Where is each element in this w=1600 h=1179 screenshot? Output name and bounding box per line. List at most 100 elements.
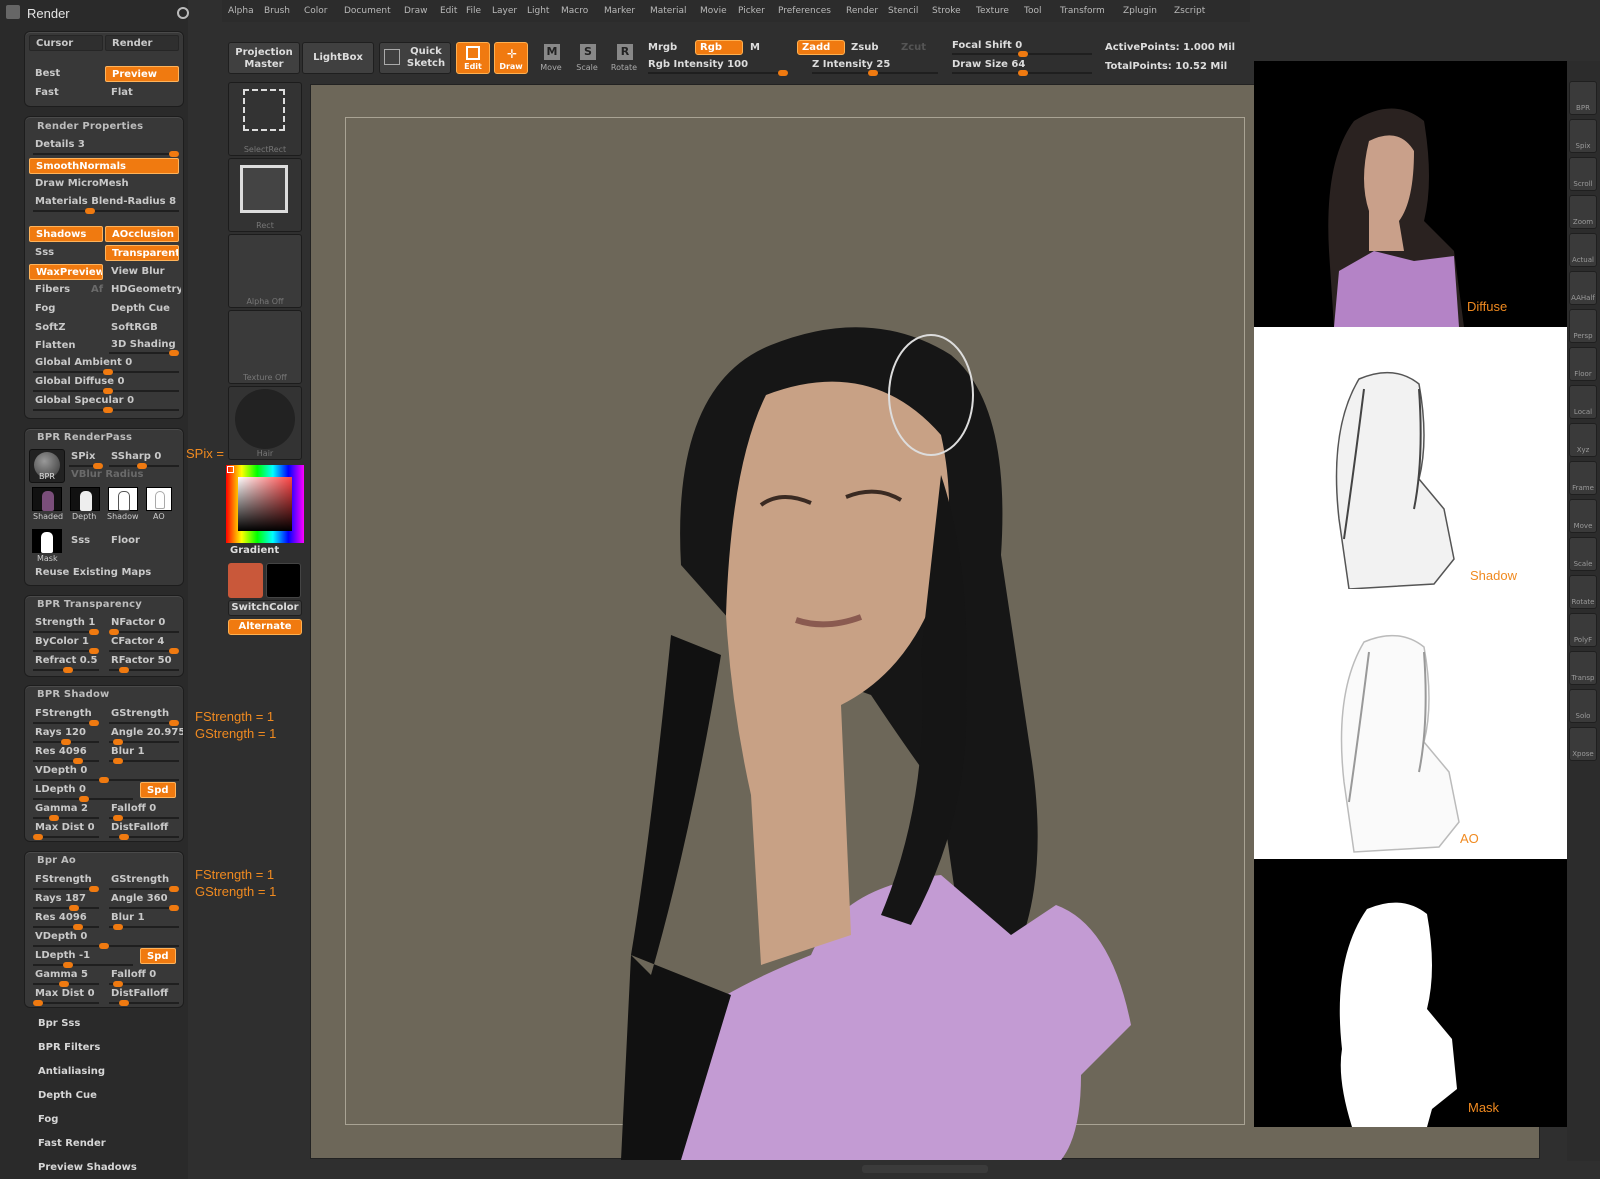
switchcolor-button[interactable]: SwitchColor [228, 600, 302, 616]
m-toggle[interactable]: M [750, 42, 760, 53]
secondary-color-swatch[interactable] [266, 563, 301, 598]
rgb-intensity-slider[interactable]: Rgb Intensity 100 [648, 59, 748, 70]
draw-button[interactable]: ✛ Draw [494, 42, 528, 74]
blend-knob[interactable] [85, 208, 95, 214]
ao-spd-toggle[interactable]: Spd [140, 948, 176, 964]
shelf-move-button[interactable]: Move [1569, 499, 1597, 533]
shelf-xyz-button[interactable]: Xyz [1569, 423, 1597, 457]
z-intensity-knob[interactable] [868, 70, 878, 76]
ao-vdepth-track[interactable] [33, 943, 179, 949]
shadow-falloff-track[interactable] [109, 815, 179, 821]
refresh-icon[interactable] [177, 7, 189, 19]
menu-file[interactable]: File [466, 6, 481, 16]
lightbox-button[interactable]: LightBox [302, 42, 374, 74]
rfactor-knob[interactable] [119, 667, 129, 673]
depth-pass-thumb[interactable] [70, 487, 100, 511]
shadows-toggle[interactable]: Shadows [29, 226, 103, 242]
selectrect-slot[interactable]: SelectRect [228, 82, 302, 156]
ao-pass-thumb[interactable] [146, 487, 172, 511]
menu-picker[interactable]: Picker [738, 6, 765, 16]
cursor-button[interactable]: Cursor [29, 35, 103, 51]
ao-distfalloff-knob[interactable] [119, 1000, 129, 1006]
menu-draw[interactable]: Draw [404, 6, 428, 16]
shadow-distfalloff-track[interactable] [109, 834, 179, 840]
shadow-maxdist-track[interactable] [33, 834, 99, 840]
rfactor-slider[interactable]: RFactor 50 [105, 653, 181, 669]
specular-knob[interactable] [103, 407, 113, 413]
menu-render[interactable]: Render [846, 6, 878, 16]
texture-slot[interactable]: Texture Off [228, 310, 302, 384]
rect-slot[interactable]: Rect [228, 158, 302, 232]
material-slot[interactable]: Hair [228, 386, 302, 460]
draw-size-track[interactable] [952, 70, 1092, 76]
ao-distfalloff-track[interactable] [109, 1000, 179, 1006]
fast-render-subpalette[interactable]: Fast Render [38, 1138, 106, 1149]
zsub-toggle[interactable]: Zsub [851, 42, 878, 53]
menu-edit[interactable]: Edit [440, 6, 457, 16]
bpr-sss-subpalette[interactable]: Bpr Sss [38, 1018, 80, 1029]
flatten-toggle[interactable]: Flatten [29, 338, 99, 354]
ao-rays-track[interactable] [33, 905, 99, 911]
best-button[interactable]: Best [29, 66, 99, 82]
shadow-res-track[interactable] [33, 758, 99, 764]
menu-transform[interactable]: Transform [1060, 6, 1105, 16]
fog-toggle[interactable]: Fog [29, 301, 99, 317]
quick-sketch-button[interactable]: Quick Sketch [379, 42, 451, 74]
render-properties-header[interactable]: Render Properties [37, 121, 143, 132]
draw-size-knob[interactable] [1018, 70, 1028, 76]
shelf-spix-button[interactable]: Spix [1569, 119, 1597, 153]
main-color-swatch[interactable] [228, 563, 263, 598]
draw-size-slider[interactable]: Draw Size 64 [952, 59, 1025, 70]
z-intensity-slider[interactable]: Z Intensity 25 [812, 59, 890, 70]
shelf-rotate-button[interactable]: Rotate [1569, 575, 1597, 609]
shadow-maxdist-knob[interactable] [33, 834, 43, 840]
preview-shadows-subpalette[interactable]: Preview Shadows [38, 1162, 137, 1173]
vblur-radius-slider[interactable]: VBlur Radius [65, 467, 181, 483]
gradient-label[interactable]: Gradient [230, 545, 279, 556]
shadow-distfalloff-knob[interactable] [119, 834, 129, 840]
flat-button[interactable]: Flat [105, 85, 175, 101]
details-knob[interactable] [169, 151, 179, 157]
menu-movie[interactable]: Movie [700, 6, 727, 16]
ao-maxdist-knob[interactable] [33, 1000, 43, 1006]
transparent-toggle[interactable]: Transparent [105, 245, 179, 261]
ao-vdepth-slider[interactable]: VDepth 0 [29, 929, 103, 945]
sss-pass[interactable]: Sss [65, 533, 103, 549]
bycolor-track[interactable] [33, 648, 99, 654]
shelf-floor-button[interactable]: Floor [1569, 347, 1597, 381]
bpr-render-button[interactable]: BPR [29, 449, 65, 483]
focal-shift-slider[interactable]: Focal Shift 0 [952, 40, 1022, 51]
menu-tool[interactable]: Tool [1024, 6, 1041, 16]
materials-blend-radius-slider[interactable]: Materials Blend-Radius 8 [29, 194, 181, 210]
menu-zscript[interactable]: Zscript [1174, 6, 1205, 16]
rgb-intensity-knob[interactable] [778, 70, 788, 76]
shading-track[interactable] [109, 350, 179, 356]
shadow-gamma-track[interactable] [33, 815, 99, 821]
projection-master-button[interactable]: Projection Master [228, 42, 300, 74]
scale-button[interactable]: S Scale [570, 42, 604, 74]
color-picker-square[interactable] [238, 477, 292, 531]
diffuse-track[interactable] [33, 388, 179, 394]
shadow-distfalloff-slider[interactable]: DistFalloff [105, 820, 181, 836]
af-toggle[interactable]: Af [85, 282, 105, 298]
menu-light[interactable]: Light [527, 6, 549, 16]
ao-gstrength-track[interactable] [109, 886, 179, 892]
shadow-pass-thumb[interactable] [108, 487, 138, 511]
ao-distfalloff-slider[interactable]: DistFalloff [105, 986, 181, 1002]
edit-button[interactable]: Edit [456, 42, 490, 74]
strength-track[interactable] [33, 629, 99, 635]
ao-falloff-track[interactable] [109, 981, 179, 987]
menu-stroke[interactable]: Stroke [932, 6, 961, 16]
fog-subpalette[interactable]: Fog [38, 1114, 58, 1125]
shadow-ldepth-track[interactable] [33, 796, 133, 802]
mrgb-toggle[interactable]: Mrgb [648, 42, 677, 53]
render-button[interactable]: Render [105, 35, 179, 51]
depth-cue-subpalette[interactable]: Depth Cue [38, 1090, 97, 1101]
shadow-res-slider[interactable]: Res 4096 [29, 744, 103, 760]
character-model[interactable] [611, 235, 1271, 1160]
bpr-filters-subpalette[interactable]: BPR Filters [38, 1042, 100, 1053]
mask-pass-thumb[interactable] [32, 529, 62, 553]
softz-toggle[interactable]: SoftZ [29, 320, 99, 336]
shadow-angle-track[interactable] [109, 739, 179, 745]
ao-ldepth-track[interactable] [33, 962, 133, 968]
